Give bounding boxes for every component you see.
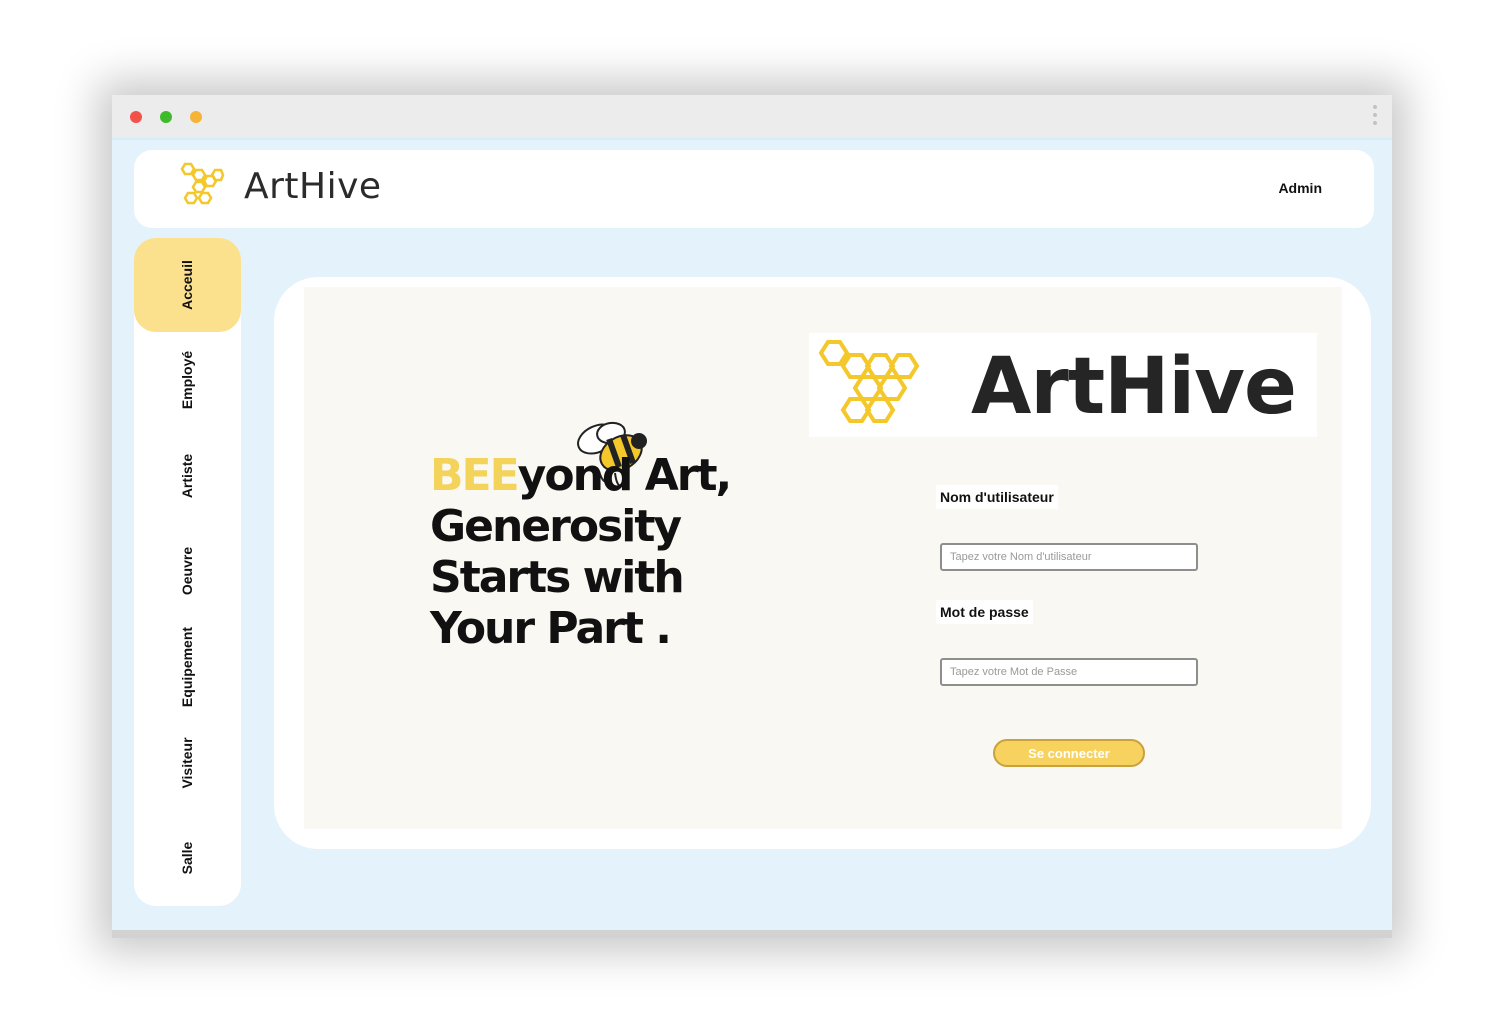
sidebar-item-label: Acceuil: [179, 260, 195, 310]
kebab-menu-icon[interactable]: [1373, 105, 1377, 129]
login-brand-title: ArtHive: [971, 342, 1297, 432]
sidebar-item-label: Equipement: [179, 626, 195, 708]
header-brand-title: ArtHive: [244, 166, 382, 207]
sidebar-item-label: Visiteur: [179, 737, 195, 789]
login-logo: ArtHive: [809, 333, 1317, 437]
sidebar-item-label: Oeuvre: [179, 546, 195, 596]
hero-tagline: BEEyond Art, Generosity Starts with Your…: [430, 450, 733, 654]
tagline-line-1: BEEyond Art,: [430, 450, 733, 501]
main-content-card: BEEyond Art, Generosity Starts with Your…: [274, 277, 1371, 849]
username-input[interactable]: [940, 543, 1198, 571]
honeycomb-icon: [818, 340, 920, 423]
tagline-line-3: Starts with: [430, 552, 685, 603]
tagline-line-1-rest: yond Art,: [517, 450, 733, 501]
login-button[interactable]: Se connecter: [993, 739, 1145, 767]
tagline-highlight: BEE: [430, 450, 520, 501]
maximize-window-button[interactable]: [160, 111, 172, 123]
sidebar-nav: Acceuil Employé Artiste Oeuvre Equipemen…: [134, 238, 241, 906]
tagline-line-2: Generosity: [430, 501, 682, 552]
app-header: ArtHive Admin: [134, 150, 1374, 228]
sidebar-item-label: Employé: [179, 350, 195, 410]
login-panel: BEEyond Art, Generosity Starts with Your…: [304, 287, 1342, 829]
sidebar-item-label: Artiste: [179, 453, 195, 499]
window-bottom-border: [112, 930, 1392, 938]
tagline-line-4: Your Part .: [430, 603, 672, 654]
admin-user-label[interactable]: Admin: [1278, 180, 1322, 196]
sidebar-item-label: Salle: [179, 841, 195, 875]
close-window-button[interactable]: [130, 111, 142, 123]
window-titlebar: [112, 95, 1392, 138]
sidebar-item-acceuil[interactable]: Acceuil: [134, 238, 241, 332]
password-label: Mot de passe: [936, 600, 1033, 624]
browser-window: ArtHive Admin Acceuil Employé Artiste Oe…: [112, 95, 1392, 938]
password-input[interactable]: [940, 658, 1198, 686]
minimize-window-button[interactable]: [190, 111, 202, 123]
honeycomb-icon: [180, 162, 225, 205]
titlebar-divider: [112, 138, 1392, 140]
username-label: Nom d'utilisateur: [936, 485, 1058, 509]
